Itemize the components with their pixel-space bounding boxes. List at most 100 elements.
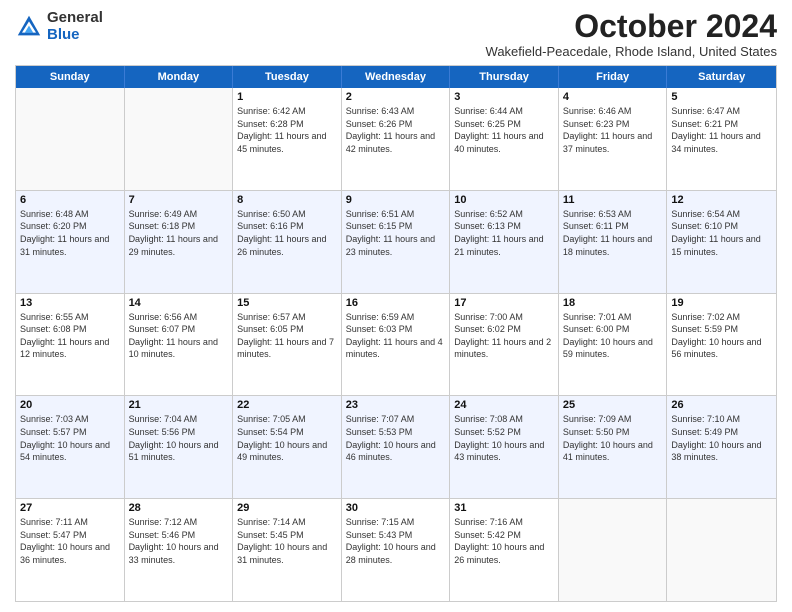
calendar-cell: 22 Sunrise: 7:05 AM Sunset: 5:54 PM Dayli… bbox=[233, 396, 342, 498]
day-info: Sunrise: 7:00 AM Sunset: 6:02 PM Dayligh… bbox=[454, 311, 554, 361]
header-day-tuesday: Tuesday bbox=[233, 66, 342, 88]
day-info: Sunrise: 7:05 AM Sunset: 5:54 PM Dayligh… bbox=[237, 413, 337, 463]
header-day-saturday: Saturday bbox=[667, 66, 776, 88]
subtitle: Wakefield-Peacedale, Rhode Island, Unite… bbox=[486, 44, 777, 59]
day-info: Sunrise: 6:49 AM Sunset: 6:18 PM Dayligh… bbox=[129, 208, 229, 258]
calendar-cell bbox=[559, 499, 668, 601]
header: General Blue October 2024 Wakefield-Peac… bbox=[15, 10, 777, 59]
day-info: Sunrise: 7:08 AM Sunset: 5:52 PM Dayligh… bbox=[454, 413, 554, 463]
calendar-row-2: 6 Sunrise: 6:48 AM Sunset: 6:20 PM Daylig… bbox=[16, 190, 776, 293]
calendar-cell bbox=[667, 499, 776, 601]
calendar-cell: 12 Sunrise: 6:54 AM Sunset: 6:10 PM Dayli… bbox=[667, 191, 776, 293]
calendar-cell: 29Sunrise: 7:14 AM Sunset: 5:45 PM Dayli… bbox=[233, 499, 342, 601]
day-number: 15 bbox=[237, 297, 337, 309]
page: General Blue October 2024 Wakefield-Peac… bbox=[0, 0, 792, 612]
day-number: 28 bbox=[129, 502, 229, 514]
calendar-cell: 30Sunrise: 7:15 AM Sunset: 5:43 PM Dayli… bbox=[342, 499, 451, 601]
day-number: 12 bbox=[671, 194, 772, 206]
day-number: 17 bbox=[454, 297, 554, 309]
calendar-cell: 19Sunrise: 7:02 AM Sunset: 5:59 PM Dayli… bbox=[667, 294, 776, 396]
day-info: Sunrise: 7:14 AM Sunset: 5:45 PM Dayligh… bbox=[237, 516, 337, 566]
day-number: 21 bbox=[129, 399, 229, 411]
calendar-row-3: 13 Sunrise: 6:55 AM Sunset: 6:08 PM Dayli… bbox=[16, 293, 776, 396]
day-info: Sunrise: 6:51 AM Sunset: 6:15 PM Dayligh… bbox=[346, 208, 446, 258]
logo: General Blue bbox=[15, 10, 103, 43]
calendar-cell: 14 Sunrise: 6:56 AM Sunset: 6:07 PM Dayli… bbox=[125, 294, 234, 396]
day-info: Sunrise: 6:57 AM Sunset: 6:05 PM Dayligh… bbox=[237, 311, 337, 361]
day-number: 24 bbox=[454, 399, 554, 411]
calendar-cell: 1 Sunrise: 6:42 AM Sunset: 6:28 PM Daylig… bbox=[233, 88, 342, 190]
day-info: Sunrise: 6:59 AM Sunset: 6:03 PM Dayligh… bbox=[346, 311, 446, 361]
calendar: SundayMondayTuesdayWednesdayThursdayFrid… bbox=[15, 65, 777, 602]
calendar-row-1: 1 Sunrise: 6:42 AM Sunset: 6:28 PM Daylig… bbox=[16, 88, 776, 190]
day-number: 25 bbox=[563, 399, 663, 411]
calendar-cell bbox=[16, 88, 125, 190]
header-day-friday: Friday bbox=[559, 66, 668, 88]
calendar-cell: 31Sunrise: 7:16 AM Sunset: 5:42 PM Dayli… bbox=[450, 499, 559, 601]
calendar-row-4: 20 Sunrise: 7:03 AM Sunset: 5:57 PM Dayli… bbox=[16, 395, 776, 498]
day-info: Sunrise: 6:55 AM Sunset: 6:08 PM Dayligh… bbox=[20, 311, 120, 361]
calendar-cell: 21 Sunrise: 7:04 AM Sunset: 5:56 PM Dayli… bbox=[125, 396, 234, 498]
day-number: 20 bbox=[20, 399, 120, 411]
day-info: Sunrise: 6:42 AM Sunset: 6:28 PM Dayligh… bbox=[237, 105, 337, 155]
day-number: 6 bbox=[20, 194, 120, 206]
day-number: 16 bbox=[346, 297, 446, 309]
day-number: 8 bbox=[237, 194, 337, 206]
day-info: Sunrise: 6:54 AM Sunset: 6:10 PM Dayligh… bbox=[671, 208, 772, 258]
header-day-sunday: Sunday bbox=[16, 66, 125, 88]
day-info: Sunrise: 6:56 AM Sunset: 6:07 PM Dayligh… bbox=[129, 311, 229, 361]
calendar-cell: 15 Sunrise: 6:57 AM Sunset: 6:05 PM Dayli… bbox=[233, 294, 342, 396]
day-info: Sunrise: 6:52 AM Sunset: 6:13 PM Dayligh… bbox=[454, 208, 554, 258]
day-number: 18 bbox=[563, 297, 663, 309]
calendar-cell: 8Sunrise: 6:50 AM Sunset: 6:16 PM Daylig… bbox=[233, 191, 342, 293]
calendar-cell: 10 Sunrise: 6:52 AM Sunset: 6:13 PM Dayli… bbox=[450, 191, 559, 293]
day-number: 2 bbox=[346, 91, 446, 103]
logo-blue: Blue bbox=[47, 26, 80, 43]
day-info: Sunrise: 6:53 AM Sunset: 6:11 PM Dayligh… bbox=[563, 208, 663, 258]
day-info: Sunrise: 7:07 AM Sunset: 5:53 PM Dayligh… bbox=[346, 413, 446, 463]
calendar-cell: 23Sunrise: 7:07 AM Sunset: 5:53 PM Dayli… bbox=[342, 396, 451, 498]
calendar-cell: 3Sunrise: 6:44 AM Sunset: 6:25 PM Daylig… bbox=[450, 88, 559, 190]
calendar-cell: 18 Sunrise: 7:01 AM Sunset: 6:00 PM Dayli… bbox=[559, 294, 668, 396]
day-info: Sunrise: 7:02 AM Sunset: 5:59 PM Dayligh… bbox=[671, 311, 772, 361]
day-number: 9 bbox=[346, 194, 446, 206]
calendar-cell: 2 Sunrise: 6:43 AM Sunset: 6:26 PM Daylig… bbox=[342, 88, 451, 190]
day-number: 22 bbox=[237, 399, 337, 411]
day-number: 7 bbox=[129, 194, 229, 206]
calendar-cell: 16 Sunrise: 6:59 AM Sunset: 6:03 PM Dayli… bbox=[342, 294, 451, 396]
calendar-cell: 7 Sunrise: 6:49 AM Sunset: 6:18 PM Daylig… bbox=[125, 191, 234, 293]
calendar-cell: 4Sunrise: 6:46 AM Sunset: 6:23 PM Daylig… bbox=[559, 88, 668, 190]
logo-icon bbox=[15, 13, 43, 41]
calendar-cell: 17 Sunrise: 7:00 AM Sunset: 6:02 PM Dayli… bbox=[450, 294, 559, 396]
day-number: 14 bbox=[129, 297, 229, 309]
calendar-cell: 11 Sunrise: 6:53 AM Sunset: 6:11 PM Dayli… bbox=[559, 191, 668, 293]
calendar-cell: 25 Sunrise: 7:09 AM Sunset: 5:50 PM Dayli… bbox=[559, 396, 668, 498]
day-info: Sunrise: 6:47 AM Sunset: 6:21 PM Dayligh… bbox=[671, 105, 772, 155]
header-day-wednesday: Wednesday bbox=[342, 66, 451, 88]
day-number: 1 bbox=[237, 91, 337, 103]
calendar-cell: 20 Sunrise: 7:03 AM Sunset: 5:57 PM Dayli… bbox=[16, 396, 125, 498]
calendar-cell: 24 Sunrise: 7:08 AM Sunset: 5:52 PM Dayli… bbox=[450, 396, 559, 498]
calendar-cell: 5Sunrise: 6:47 AM Sunset: 6:21 PM Daylig… bbox=[667, 88, 776, 190]
month-title: October 2024 bbox=[486, 10, 777, 42]
day-number: 4 bbox=[563, 91, 663, 103]
day-info: Sunrise: 7:10 AM Sunset: 5:49 PM Dayligh… bbox=[671, 413, 772, 463]
header-day-monday: Monday bbox=[125, 66, 234, 88]
day-info: Sunrise: 7:03 AM Sunset: 5:57 PM Dayligh… bbox=[20, 413, 120, 463]
day-number: 11 bbox=[563, 194, 663, 206]
calendar-cell: 13 Sunrise: 6:55 AM Sunset: 6:08 PM Dayli… bbox=[16, 294, 125, 396]
calendar-header: SundayMondayTuesdayWednesdayThursdayFrid… bbox=[16, 66, 776, 88]
day-number: 13 bbox=[20, 297, 120, 309]
day-info: Sunrise: 7:09 AM Sunset: 5:50 PM Dayligh… bbox=[563, 413, 663, 463]
calendar-body: 1 Sunrise: 6:42 AM Sunset: 6:28 PM Daylig… bbox=[16, 88, 776, 601]
header-day-thursday: Thursday bbox=[450, 66, 559, 88]
day-number: 10 bbox=[454, 194, 554, 206]
day-info: Sunrise: 7:11 AM Sunset: 5:47 PM Dayligh… bbox=[20, 516, 120, 566]
day-info: Sunrise: 7:01 AM Sunset: 6:00 PM Dayligh… bbox=[563, 311, 663, 361]
day-info: Sunrise: 7:04 AM Sunset: 5:56 PM Dayligh… bbox=[129, 413, 229, 463]
day-number: 30 bbox=[346, 502, 446, 514]
day-info: Sunrise: 6:43 AM Sunset: 6:26 PM Dayligh… bbox=[346, 105, 446, 155]
calendar-cell: 26Sunrise: 7:10 AM Sunset: 5:49 PM Dayli… bbox=[667, 396, 776, 498]
day-info: Sunrise: 7:12 AM Sunset: 5:46 PM Dayligh… bbox=[129, 516, 229, 566]
day-info: Sunrise: 6:48 AM Sunset: 6:20 PM Dayligh… bbox=[20, 208, 120, 258]
